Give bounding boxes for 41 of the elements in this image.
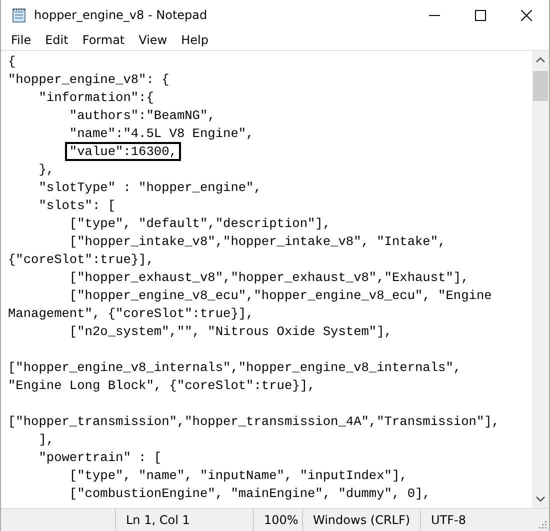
code-line: "slotType" : "hopper_engine", [38,179,262,197]
highlighted-code: "value":16300, [65,142,181,161]
status-text: Windows (CRLF) [302,509,420,531]
code-line: ["hopper_exhaust_v8","hopper_exhaust_v8","Exhaust"], [68,269,470,287]
menu-item[interactable]: Help [174,33,216,47]
scroll-down-icon [536,496,545,502]
code-line: }, [38,161,56,179]
menu-item[interactable]: Edit [38,33,76,47]
status-text: UTF-8 [420,509,520,531]
code-line: ["n2o_system","", "Nitrous Oxide System"], [68,323,393,341]
code-line: { [8,53,17,71]
code-line: "slots": [ [38,197,117,215]
code-line: "Engine Long Block", {"coreSlot":true}], [8,377,316,395]
scrollbar[interactable] [532,51,549,508]
code-line: {"coreSlot":true}], [8,251,155,269]
code-line: ["type", "name", "inputName", "inputIndex"], [68,467,408,485]
code-line: ["hopper_engine_v8_ecu","hopper_engine_v8_ecu", "Engine [68,287,493,305]
code-line: ["combustionEngine", "mainEngine", "dummy", 0], [68,485,432,503]
menu-item[interactable]: View [132,33,174,47]
resize-grip-icon[interactable] [537,519,547,529]
code-line: Management", {"coreSlot":true}], [8,305,255,323]
code-line: ["hopper_transmission","hopper_transmission_4A","Transmission"], [8,413,500,431]
code-line: "authors":"BeamNG", [68,107,216,125]
scroll-thumb[interactable] [533,71,548,101]
scroll-up-icon [536,57,545,63]
code-line: ["hopper_engine_v8_internals","hopper_engine_v8_internals", [8,359,462,377]
notepad-icon [11,7,27,23]
code-line: "information":{ [38,89,155,107]
maximize-icon [474,10,486,20]
menu-item[interactable]: File [4,33,38,47]
code-line: ["type", "default","description"], [68,215,332,233]
code-line: "powertrain" : [ [38,449,163,467]
code-line: "hopper_engine_v8": { [8,71,170,89]
code-line: ], [38,431,56,449]
window-title: hopper_engine_v8 - Notepad [34,8,208,22]
status-text: 100% [253,509,302,531]
code-line: ["hopper_intake_v8","hopper_intake_v8", "Intake", [68,233,447,251]
menu-item[interactable]: Format [75,33,132,47]
close-icon [520,10,532,20]
status-text: Ln 1, Col 1 [115,509,253,531]
code-line: "name":"4.5L V8 Engine", [68,125,255,143]
